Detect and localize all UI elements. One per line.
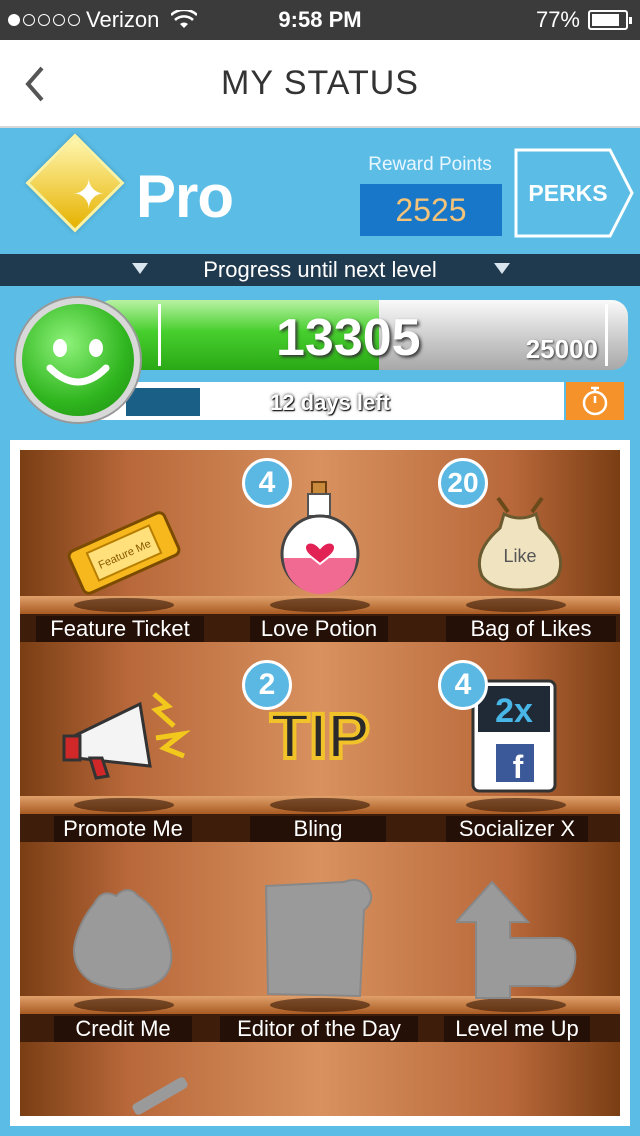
progress-label: Progress until next level <box>203 257 437 282</box>
status-bar: Verizon 9:58 PM 77% <box>0 0 640 40</box>
nav-bar: MY STATUS <box>0 40 640 128</box>
item-label: Bling <box>250 816 386 842</box>
item-shadow <box>74 598 174 612</box>
quantity-badge: 4 <box>242 458 292 508</box>
reward-points-value: 2525 <box>360 184 502 236</box>
item-shadow <box>270 598 370 612</box>
item-shadow <box>270 798 370 812</box>
reward-points-label: Reward Points <box>368 154 492 175</box>
item-shadow <box>74 798 174 812</box>
item-label: Feature Ticket <box>36 616 204 642</box>
page-title: MY STATUS <box>221 64 419 102</box>
stopwatch-icon <box>582 386 608 416</box>
progress-current: 13305 <box>276 309 421 367</box>
battery-percent: 77% <box>535 7 580 32</box>
item-shadow <box>74 998 174 1012</box>
svg-text:Like: Like <box>503 546 536 566</box>
item-label: Editor of the Day <box>220 1016 418 1042</box>
item-shadow <box>270 998 370 1012</box>
item-label: Bag of Likes <box>446 616 616 642</box>
smiley-icon <box>16 298 140 422</box>
level-header: ✦ Pro Reward Points 2525 PERKS <box>0 128 640 254</box>
sparkle-icon: ✦ <box>72 173 106 217</box>
progress-marker <box>158 304 161 366</box>
svg-text:2x: 2x <box>495 692 533 730</box>
triangle-down-icon <box>494 263 510 274</box>
svg-text:f: f <box>513 749 524 785</box>
ticket-icon: Feature Me <box>67 511 181 595</box>
item-label: Credit Me <box>54 1016 192 1042</box>
days-left-bar: 12 days left <box>96 382 564 420</box>
quantity-badge: 2 <box>242 660 292 710</box>
bag-icon: Like <box>477 496 563 592</box>
battery-icon <box>588 10 632 30</box>
item-label: Promote Me <box>54 816 192 842</box>
quantity-badge: 20 <box>438 458 488 508</box>
progress-bar: 13305 25000 <box>96 300 628 370</box>
quantity-badge: 4 <box>438 660 488 710</box>
item-shadow <box>466 798 566 812</box>
progress-max: 25000 <box>525 334 598 364</box>
item-label: Love Potion <box>250 616 388 642</box>
timer-button[interactable] <box>566 382 624 420</box>
item-shadow <box>466 598 566 612</box>
battery-group: 77% <box>535 7 632 33</box>
item-label: Socializer X <box>446 816 588 842</box>
item-label: Level me Up <box>444 1016 590 1042</box>
perks-label[interactable]: PERKS <box>514 180 622 207</box>
item-shelf: Feature Me Feature Ticket 4 Love Potion … <box>20 450 620 1116</box>
level-name: Pro <box>136 163 234 230</box>
progress-marker <box>605 304 608 366</box>
locked-paper-icon <box>264 879 373 998</box>
partial-item <box>131 1075 189 1116</box>
svg-text:TIP: TIP <box>270 700 370 772</box>
locked-arrow-icon <box>456 880 577 999</box>
days-left-text: 12 days left <box>270 390 390 415</box>
progress-dropdown[interactable]: Progress until next level <box>0 254 640 286</box>
locked-purse-icon <box>73 889 173 991</box>
megaphone-icon <box>62 692 190 780</box>
